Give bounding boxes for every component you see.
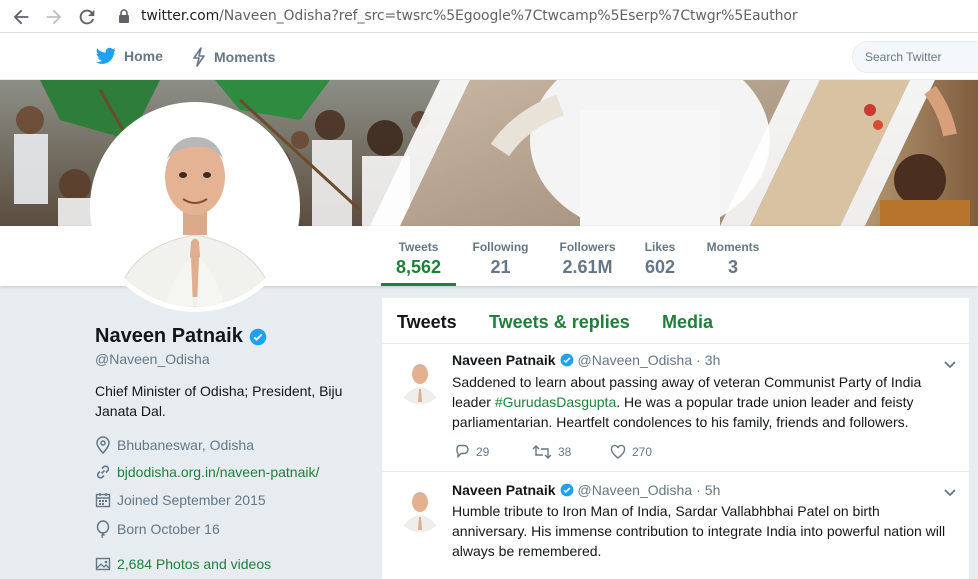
- tweet-item[interactable]: Naveen Patnaik @Naveen_Odisha · 3h Sadde…: [382, 344, 969, 472]
- tweet-timeline: Tweets Tweets & replies Media Naveen Pat…: [381, 297, 970, 579]
- stat-moments-label: Moments: [706, 240, 760, 254]
- tab-tweets-replies[interactable]: Tweets & replies: [489, 312, 630, 333]
- timeline-tabs: Tweets Tweets & replies Media: [382, 298, 969, 344]
- stat-followers[interactable]: Followers 2.61M: [550, 226, 625, 286]
- location-pin-icon: [96, 436, 110, 454]
- like-count: 270: [632, 445, 653, 459]
- lightning-icon: [193, 47, 205, 67]
- profile-joined: Joined September 2015: [95, 492, 266, 508]
- reply-count: 29: [476, 445, 490, 459]
- stat-tweets-value: 8,562: [395, 257, 442, 277]
- stat-likes[interactable]: Likes 602: [630, 226, 690, 286]
- profile-avatar[interactable]: [90, 102, 300, 312]
- stat-following[interactable]: Following 21: [463, 226, 538, 286]
- retweet-button[interactable]: 38: [532, 444, 610, 460]
- profile-photos-videos[interactable]: 2,684 Photos and videos: [95, 556, 271, 572]
- heart-icon: [610, 444, 626, 459]
- tweet-actions: 29 38 270: [454, 444, 688, 460]
- photo-icon: [95, 557, 111, 571]
- search-input[interactable]: Search Twitter: [852, 41, 978, 73]
- tab-media[interactable]: Media: [662, 312, 713, 333]
- nav-home-label: Home: [124, 48, 163, 64]
- profile-website[interactable]: bjdodisha.org.in/naveen-patnaik/: [95, 464, 319, 480]
- tweet-item[interactable]: Naveen Patnaik @Naveen_Odisha · 5h Humbl…: [382, 472, 969, 579]
- lock-icon: [117, 8, 131, 24]
- tweet-author-handle[interactable]: @Naveen_Odisha: [578, 352, 693, 368]
- verified-badge-icon: [249, 328, 267, 345]
- profile-joined-text: Joined September 2015: [117, 492, 266, 508]
- profile-photos-link[interactable]: 2,684 Photos and videos: [117, 556, 271, 572]
- url-host: twitter.com: [141, 8, 220, 24]
- reload-icon[interactable]: [76, 6, 98, 28]
- tweet-separator: ·: [696, 482, 701, 498]
- tweet-header: Naveen Patnaik @Naveen_Odisha · 5h: [452, 482, 720, 498]
- back-arrow-icon[interactable]: [10, 6, 32, 28]
- tab-tweets[interactable]: Tweets: [397, 312, 457, 333]
- profile-location: Bhubaneswar, Odisha: [95, 436, 254, 454]
- stat-following-value: 21: [490, 257, 511, 277]
- retweet-count: 38: [558, 445, 572, 459]
- stat-likes-value: 602: [644, 257, 676, 277]
- balloon-icon: [96, 520, 110, 538]
- tweet-author-name[interactable]: Naveen Patnaik: [452, 482, 556, 498]
- browser-toolbar: twitter.com/Naveen_Odisha?ref_src=twsrc%…: [0, 0, 978, 33]
- tweet-avatar[interactable]: [396, 356, 444, 404]
- profile-website-link[interactable]: bjdodisha.org.in/naveen-patnaik/: [117, 464, 319, 480]
- profile-born: Born October 16: [95, 520, 220, 538]
- tweet-timestamp[interactable]: 5h: [705, 482, 721, 498]
- verified-badge-icon: [560, 483, 573, 497]
- profile-name-text: Naveen Patnaik: [95, 325, 243, 347]
- nav-moments[interactable]: Moments: [192, 47, 275, 67]
- profile-name: Naveen Patnaik: [95, 325, 267, 348]
- nav-moments-label: Moments: [214, 49, 276, 65]
- stat-moments-value: 3: [727, 257, 738, 277]
- chevron-down-icon[interactable]: [942, 484, 958, 500]
- tweet-header: Naveen Patnaik @Naveen_Odisha · 3h: [452, 352, 720, 368]
- tweet-text: Humble tribute to Iron Man of India, Sar…: [452, 503, 946, 559]
- tweet-separator: ·: [696, 352, 701, 368]
- twitter-top-nav: Home Moments Search Twitter: [0, 33, 978, 80]
- stat-following-label: Following: [472, 240, 529, 254]
- verified-badge-icon: [560, 353, 573, 367]
- stat-followers-value: 2.61M: [562, 257, 613, 277]
- twitter-bird-icon: [96, 47, 116, 64]
- like-button[interactable]: 270: [610, 444, 688, 460]
- forward-arrow-icon[interactable]: [43, 6, 65, 28]
- reply-icon: [456, 444, 469, 459]
- stat-likes-label: Likes: [644, 240, 676, 254]
- profile-handle[interactable]: @Naveen_Odisha: [95, 351, 210, 367]
- profile-bio: Chief Minister of Odisha; President, Bij…: [95, 383, 343, 419]
- tweet-timestamp[interactable]: 3h: [705, 352, 721, 368]
- stat-tweets[interactable]: Tweets 8,562: [381, 226, 456, 286]
- tweet-hashtag[interactable]: #GurudasDasgupta: [495, 394, 616, 410]
- reply-button[interactable]: 29: [454, 444, 532, 460]
- profile-born-text: Born October 16: [117, 521, 220, 537]
- nav-home[interactable]: Home: [96, 47, 163, 65]
- retweet-icon: [532, 445, 552, 459]
- calendar-icon: [95, 493, 111, 508]
- link-icon: [96, 465, 110, 479]
- stat-moments[interactable]: Moments 3: [700, 226, 766, 286]
- tweet-avatar[interactable]: [396, 484, 444, 532]
- stat-tweets-label: Tweets: [398, 240, 439, 254]
- tweet-author-handle[interactable]: @Naveen_Odisha: [578, 482, 693, 498]
- address-bar[interactable]: twitter.com/Naveen_Odisha?ref_src=twsrc%…: [141, 8, 798, 24]
- url-path: /Naveen_Odisha?ref_src=twsrc%5Egoogle%7C…: [219, 8, 798, 24]
- stat-followers-label: Followers: [559, 240, 616, 254]
- chevron-down-icon[interactable]: [942, 356, 958, 372]
- tweet-text: Saddened to learn about passing away of …: [452, 372, 957, 432]
- tweet-author-name[interactable]: Naveen Patnaik: [452, 352, 556, 368]
- profile-location-text: Bhubaneswar, Odisha: [117, 437, 254, 453]
